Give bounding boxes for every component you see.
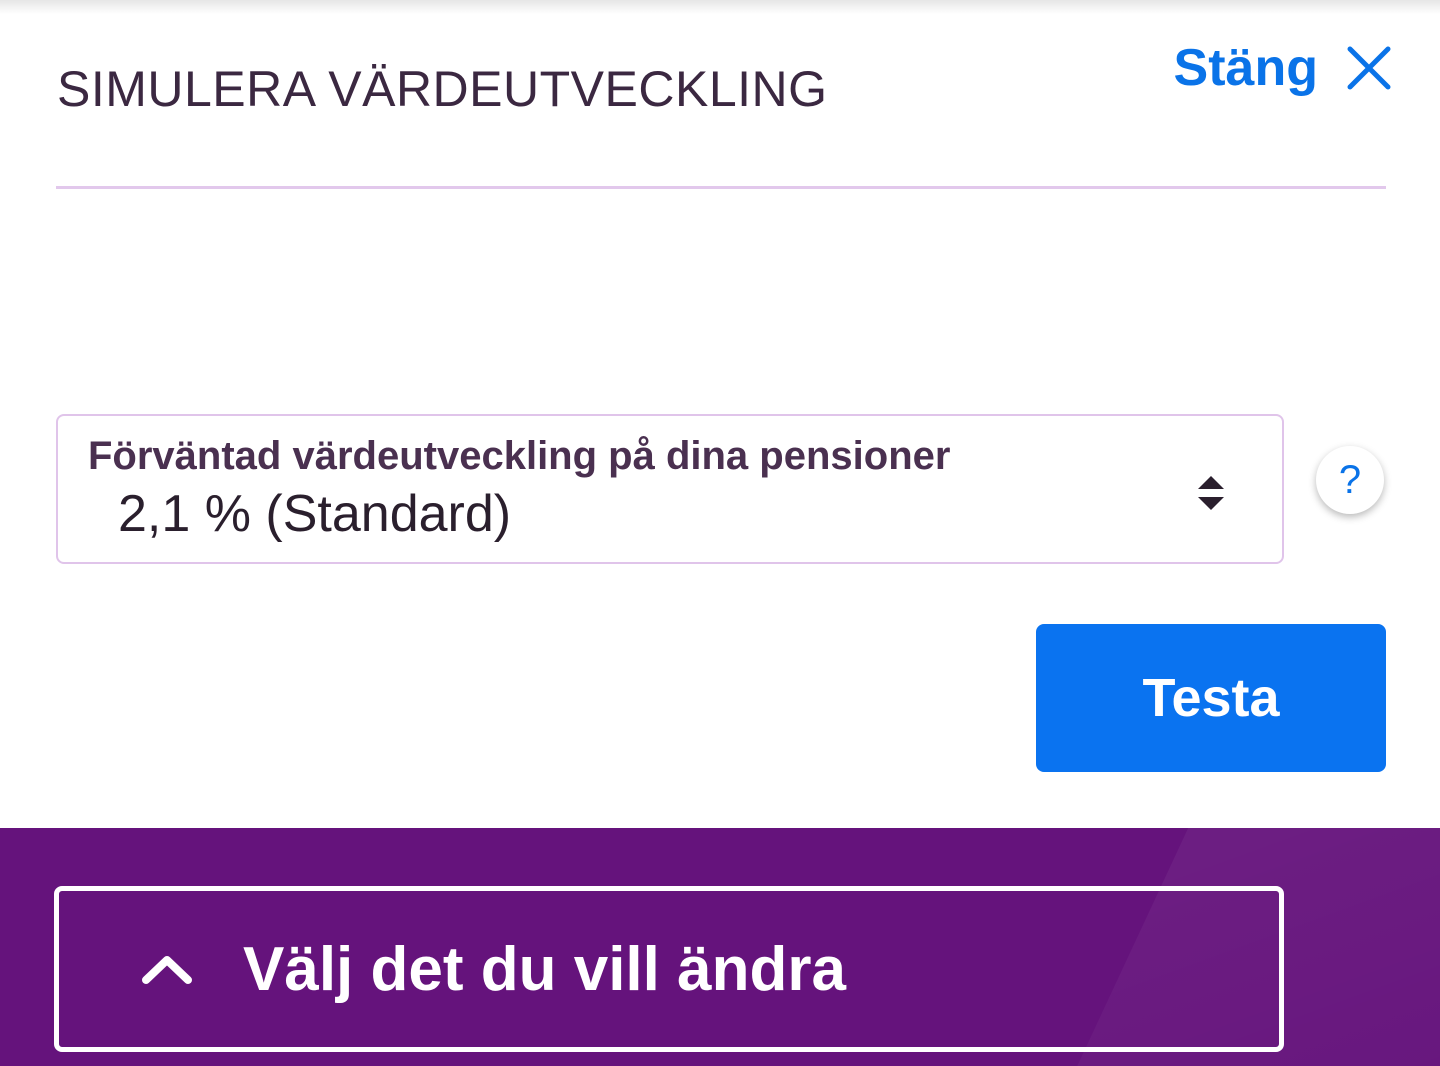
header-divider (56, 186, 1386, 189)
select-value: 2,1 % (Standard) (118, 485, 512, 543)
footer-bar: Välj det du vill ändra (0, 828, 1440, 1066)
close-button[interactable]: Stäng (1174, 38, 1392, 98)
select-label: Förväntad värdeutveckling på dina pensio… (88, 434, 951, 478)
close-label: Stäng (1173, 39, 1318, 97)
choose-change-button[interactable]: Välj det du vill ändra (54, 886, 1284, 1052)
top-shadow (0, 0, 1440, 14)
chevron-up-icon (141, 953, 193, 985)
simulation-panel: SIMULERA VÄRDEUTVECKLING Stäng Förväntad… (0, 0, 1440, 1066)
growth-rate-select[interactable]: Förväntad värdeutveckling på dina pensio… (56, 414, 1284, 564)
page-title: SIMULERA VÄRDEUTVECKLING (57, 61, 828, 117)
sort-arrows-icon (1196, 474, 1226, 512)
help-button[interactable]: ? (1316, 446, 1384, 514)
close-icon (1346, 45, 1392, 91)
testa-button[interactable]: Testa (1036, 624, 1386, 772)
choose-change-label: Välj det du vill ändra (243, 934, 846, 1004)
